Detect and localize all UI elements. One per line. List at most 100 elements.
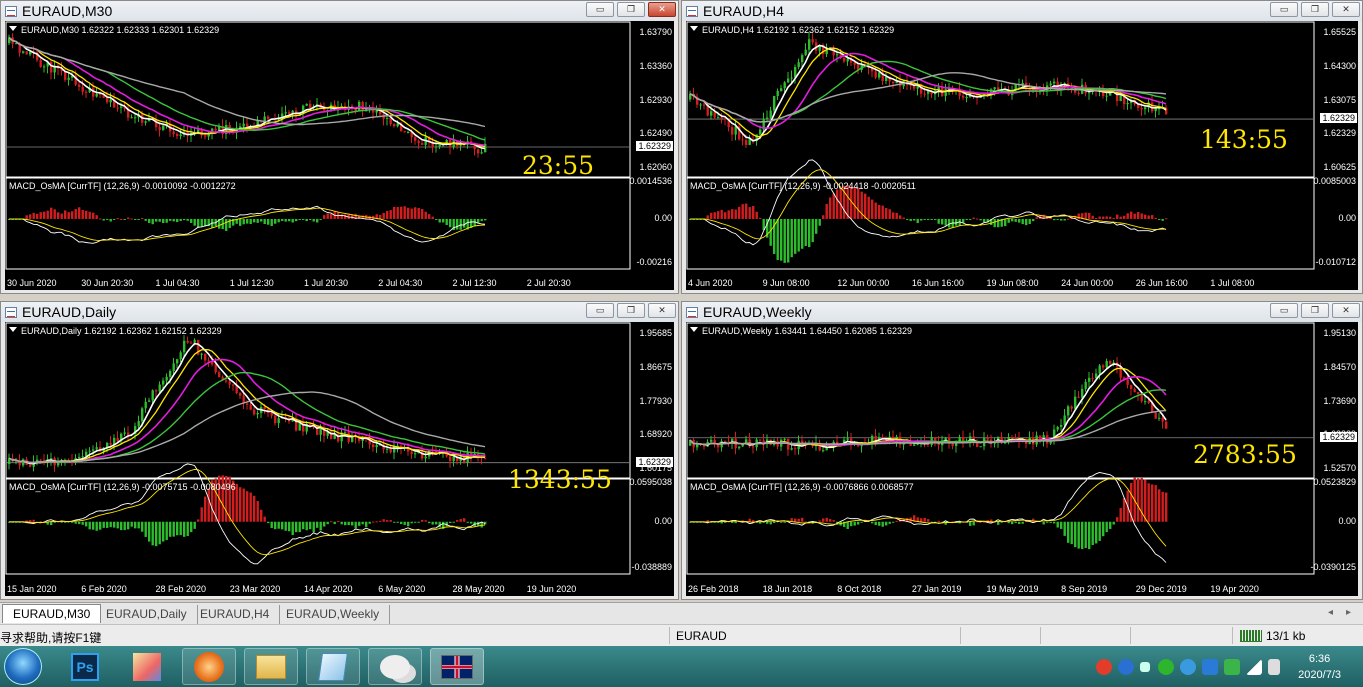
folder-icon [256, 654, 286, 679]
security-shield-icon[interactable] [1202, 659, 1218, 675]
window-titlebar[interactable]: EURAUD,Daily ▭ ❐ ✕ [1, 302, 678, 322]
current-price-badge: 1.62329 [636, 456, 673, 467]
notepad-button[interactable] [306, 648, 360, 685]
candle-body [144, 121, 147, 123]
macd-histogram-bar [305, 521, 308, 531]
taskbar-clock[interactable]: 6:36 2020/7/3 [1298, 651, 1341, 683]
macd-histogram-bar [748, 207, 751, 219]
chart-area[interactable]: EURAUD,Weekly 1.63441 1.64450 1.62085 1.… [686, 322, 1358, 596]
macd-axis-label: -0.00216 [636, 257, 672, 267]
macd-histogram-bar [1004, 218, 1007, 227]
wifi-icon[interactable] [1180, 659, 1196, 675]
macd-histogram-bar [1098, 521, 1101, 541]
help-icon[interactable] [1118, 659, 1134, 675]
macd-histogram-bar [1112, 217, 1115, 219]
window-titlebar[interactable]: EURAUD,Weekly ▭ ❐ ✕ [682, 302, 1362, 322]
wechat-button[interactable] [368, 648, 422, 685]
candle-body [1140, 107, 1143, 110]
macd-histogram-bar [769, 521, 772, 525]
chart-app-button[interactable] [120, 648, 174, 685]
macd-histogram-bar [473, 218, 476, 227]
macd-histogram-bar [710, 212, 713, 219]
close-button[interactable]: ✕ [1332, 303, 1360, 318]
chart-area[interactable]: EURAUD,H4 1.62192 1.62362 1.62152 1.6232… [686, 21, 1358, 290]
macd-histogram-bar [1147, 483, 1150, 522]
macd-histogram-bar [706, 215, 709, 219]
candle-body [1130, 384, 1133, 390]
macd-histogram-bar [263, 516, 266, 522]
window-m30[interactable]: EURAUD,M30 ▭ ❐ ✕ EURAUD,M30 1.62322 1.62… [0, 0, 679, 294]
signal-bars-icon[interactable] [1246, 659, 1262, 675]
macd-histogram-bar [88, 211, 91, 219]
macd-histogram-bar [302, 218, 305, 220]
tab-euraud-h4[interactable]: EURAUD,H4 [190, 605, 281, 624]
window-weekly[interactable]: EURAUD,Weekly ▭ ❐ ✕ EURAUD,Weekly 1.6344… [681, 301, 1363, 600]
macd-histogram-bar [930, 218, 933, 220]
minimize-button[interactable]: ▭ [586, 2, 614, 17]
macd-histogram-bar [323, 521, 326, 527]
time-axis-label: 24 Jun 00:00 [1061, 278, 1114, 288]
candle-body [141, 408, 144, 422]
restore-button[interactable]: ❐ [617, 2, 645, 17]
restore-button[interactable]: ❐ [1301, 303, 1329, 318]
tab-scroll-right-icon[interactable]: ▸ [1346, 607, 1351, 618]
macd-histogram-bar [452, 521, 455, 523]
window-h4[interactable]: EURAUD,H4 ▭ ❐ ✕ EURAUD,H4 1.62192 1.6236… [681, 0, 1363, 294]
macd-histogram-bar [1095, 217, 1098, 219]
photoshop-button[interactable]: Ps [58, 648, 112, 685]
macd-histogram-bar [1095, 521, 1098, 544]
close-button[interactable]: ✕ [648, 303, 676, 318]
browser-360-button[interactable] [182, 648, 236, 685]
chart-area[interactable]: EURAUD,Daily 1.62192 1.62362 1.62152 1.6… [5, 322, 674, 596]
minimize-button[interactable]: ▭ [1270, 2, 1298, 17]
macd-histogram-bar [347, 521, 350, 526]
window-titlebar[interactable]: EURAUD,H4 ▭ ❐ ✕ [682, 1, 1362, 21]
macd-histogram-bar [421, 208, 424, 219]
macd-histogram-bar [57, 212, 60, 219]
wechat-tray-icon[interactable] [1158, 659, 1174, 675]
minimize-button[interactable]: ▭ [586, 303, 614, 318]
restore-button[interactable]: ❐ [1301, 2, 1329, 17]
candle-body [477, 149, 480, 154]
candle-body [1088, 377, 1091, 382]
tab-euraud-weekly[interactable]: EURAUD,Weekly [276, 605, 391, 624]
tab-euraud-m30[interactable]: EURAUD,M30 [2, 604, 102, 623]
candle-body [1053, 81, 1056, 84]
chart-area[interactable]: EURAUD,M30 1.62322 1.62333 1.62301 1.623… [5, 21, 674, 290]
macd-histogram-bar [801, 517, 804, 522]
candle-body [769, 110, 772, 118]
window-titlebar[interactable]: EURAUD,M30 ▭ ❐ ✕ [1, 1, 678, 21]
time-axis-label: 19 Apr 2020 [1210, 584, 1259, 594]
volume-muted-icon[interactable] [1268, 659, 1280, 675]
start-orb-icon[interactable] [4, 648, 42, 685]
macd-histogram-bar [892, 212, 895, 219]
macd-histogram-bar [1105, 216, 1108, 219]
macd-histogram-bar [141, 521, 144, 532]
macd-panel-frame [5, 177, 631, 270]
restore-button[interactable]: ❐ [617, 303, 645, 318]
sogou-ime-icon[interactable] [1096, 659, 1112, 675]
candle-body [239, 126, 242, 128]
macd-histogram-bar [438, 218, 441, 223]
macd-histogram-bar [106, 218, 109, 220]
macd-histogram-bar [1154, 217, 1157, 219]
time-axis-label: 8 Oct 2018 [837, 584, 882, 594]
minimize-button[interactable]: ▭ [1270, 303, 1298, 318]
tab-scroll-left-icon[interactable]: ◂ [1328, 607, 1333, 618]
macd-axis-label: -0.038889 [631, 562, 672, 572]
macd-histogram-bar [137, 521, 140, 529]
metatrader-button[interactable] [430, 648, 484, 685]
candle-body [183, 340, 186, 353]
window-daily[interactable]: EURAUD,Daily ▭ ❐ ✕ EURAUD,Daily 1.62192 … [0, 301, 679, 600]
close-button[interactable]: ✕ [648, 2, 676, 17]
network-share-icon[interactable] [1140, 662, 1150, 672]
macd-histogram-bar [330, 521, 333, 523]
macd-histogram-bar [993, 218, 996, 228]
file-explorer-button[interactable] [244, 648, 298, 685]
close-button[interactable]: ✕ [1332, 2, 1360, 17]
chart-app-icon [133, 652, 161, 681]
antivirus-icon[interactable] [1224, 659, 1240, 675]
macd-histogram-bar [274, 218, 277, 224]
macd-histogram-bar [1084, 521, 1087, 548]
tab-euraud-daily[interactable]: EURAUD,Daily [96, 605, 198, 624]
